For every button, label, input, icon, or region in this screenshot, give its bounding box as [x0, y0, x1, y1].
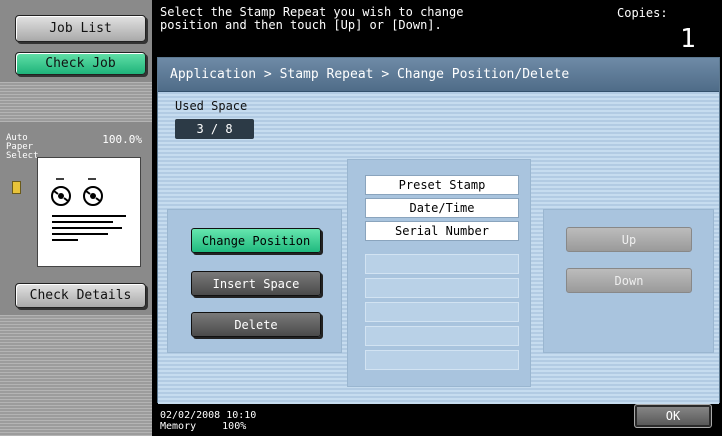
list-item[interactable] [365, 350, 519, 370]
datetime: 02/02/2008 10:10 [160, 410, 257, 421]
list-item[interactable]: Preset Stamp [365, 175, 519, 195]
left-band-bottom [0, 315, 152, 436]
down-button[interactable]: Down [566, 268, 692, 293]
list-item[interactable] [365, 278, 519, 298]
zoom-value: 100.0% [102, 133, 142, 146]
list-item[interactable] [365, 326, 519, 346]
status-bar: 02/02/2008 10:10 Memory 100% [160, 410, 256, 432]
list-item[interactable] [365, 302, 519, 322]
left-band [0, 82, 152, 122]
check-details-button[interactable]: Check Details [15, 283, 146, 308]
left-panel: Job List Check Job Auto Paper Select 100… [0, 0, 152, 436]
list-item[interactable]: Date/Time [365, 198, 519, 218]
insert-space-button[interactable]: Insert Space [191, 271, 321, 296]
tray-icon [12, 181, 21, 194]
list-item[interactable]: Serial Number [365, 221, 519, 241]
instruction-line2: position and then touch [Up] or [Down]. [160, 18, 442, 32]
list-item[interactable] [365, 254, 519, 274]
check-job-button[interactable]: Check Job [15, 52, 146, 75]
copies-value: 1 [680, 24, 696, 54]
copies-label: Copies: [617, 6, 668, 20]
delete-button[interactable]: Delete [191, 312, 321, 337]
used-space-label: Used Space [175, 99, 248, 113]
change-position-button[interactable]: Change Position [191, 228, 321, 253]
instruction-message: Select the Stamp Repeat you wish to chan… [160, 6, 580, 32]
preview-icon [37, 157, 141, 267]
paper-label-line1: Auto Paper [6, 133, 34, 152]
up-button[interactable]: Up [566, 227, 692, 252]
used-space-value: 3 / 8 [175, 119, 254, 139]
memory-label: Memory [160, 421, 197, 432]
paper-info: Auto Paper Select 100.0% [6, 131, 146, 161]
ok-button[interactable]: OK [634, 404, 712, 428]
memory-value: 100% [222, 421, 247, 432]
job-list-button[interactable]: Job List [15, 15, 146, 42]
memory-status: Memory 100% [160, 421, 256, 432]
